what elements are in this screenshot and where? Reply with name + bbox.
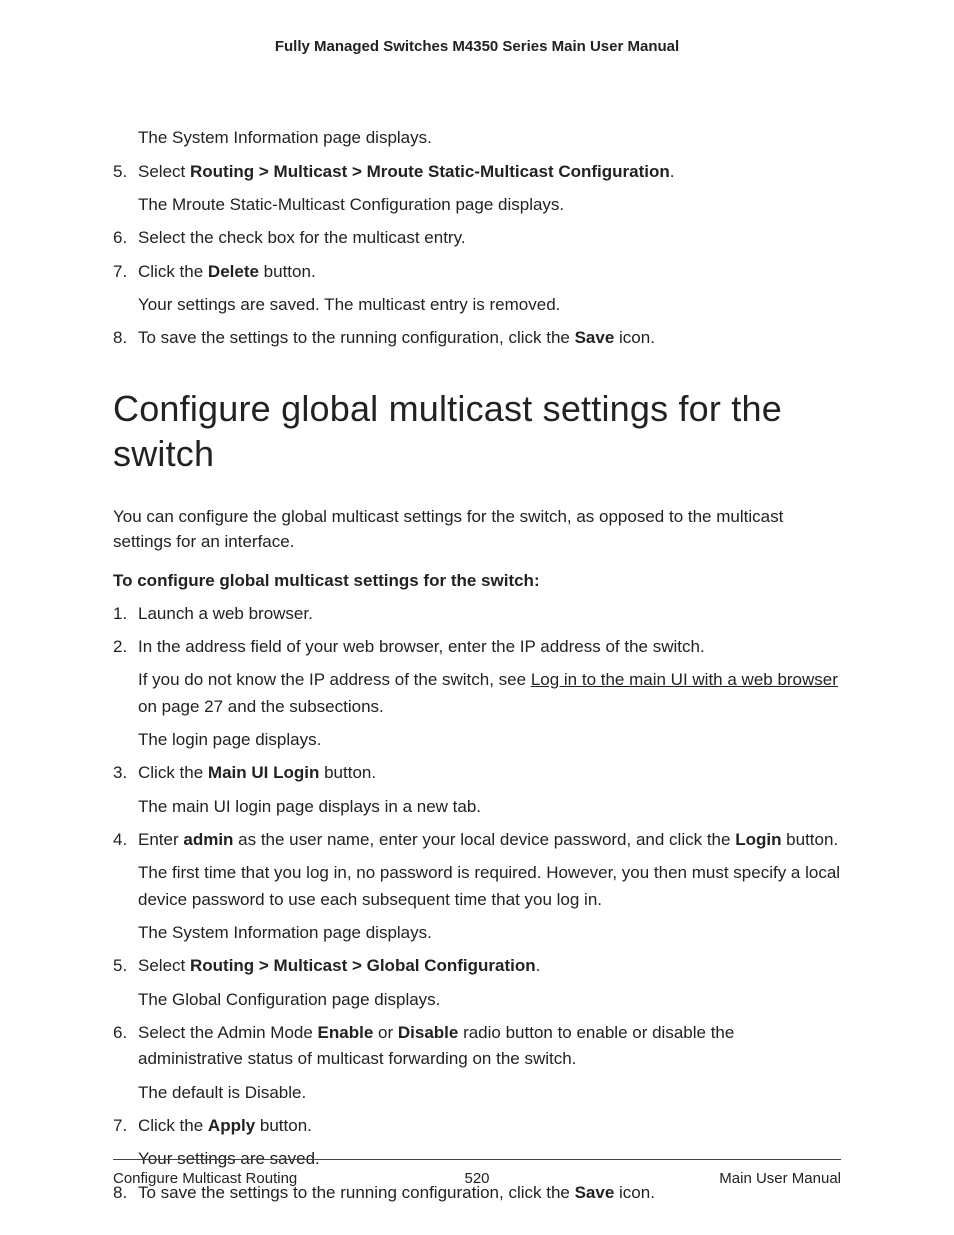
section-heading: Configure global multicast settings for … [113,386,841,476]
document-header: Fully Managed Switches M4350 Series Main… [113,38,841,55]
item-subtext: The login page displays. [138,727,841,753]
procedure-list-1: 5. Select Routing > Multicast > Mroute S… [113,159,841,352]
item-number: 4. [113,827,127,853]
item-subtext: Your settings are saved. The multicast e… [138,292,841,318]
item-number: 5. [113,953,127,979]
item-subtext: The default is Disable. [138,1080,841,1106]
item-number: 3. [113,760,127,786]
footer-right: Main User Manual [719,1170,841,1187]
item-text: To save the settings to the running conf… [138,328,655,347]
item-number: 6. [113,1020,127,1046]
list-item: 1. Launch a web browser. [113,601,841,627]
item-number: 5. [113,159,127,185]
list-item: 5. Select Routing > Multicast > Mroute S… [113,159,841,219]
item-text: Select the check box for the multicast e… [138,228,466,247]
procedure-title: To configure global multicast settings f… [113,571,841,591]
procedure-list-2: 1. Launch a web browser. 2. In the addre… [113,601,841,1207]
item-text: Launch a web browser. [138,604,313,623]
item-text: Select Routing > Multicast > Global Conf… [138,956,540,975]
cross-reference-link[interactable]: Log in to the main UI with a web browser [531,670,838,689]
list-item: 8. To save the settings to the running c… [113,325,841,351]
continuation-text: The System Information page displays. [138,125,841,151]
item-number: 6. [113,225,127,251]
item-number: 7. [113,259,127,285]
item-subtext: The Global Configuration page displays. [138,987,841,1013]
item-number: 2. [113,634,127,660]
item-number: 7. [113,1113,127,1139]
list-item: 6. Select the check box for the multicas… [113,225,841,251]
item-text: Enter admin as the user name, enter your… [138,830,838,849]
item-number: 1. [113,601,127,627]
item-subtext: The System Information page displays. [138,920,841,946]
list-item: 6. Select the Admin Mode Enable or Disab… [113,1020,841,1106]
document-page: Fully Managed Switches M4350 Series Main… [0,0,954,1206]
item-text: In the address field of your web browser… [138,637,705,656]
list-item: 4. Enter admin as the user name, enter y… [113,827,841,946]
item-text: Select Routing > Multicast > Mroute Stat… [138,162,675,181]
intro-paragraph: You can configure the global multicast s… [113,504,841,555]
list-item: 2. In the address field of your web brow… [113,634,841,753]
item-subtext: The main UI login page displays in a new… [138,794,841,820]
list-item: 7. Click the Delete button. Your setting… [113,259,841,319]
item-text: Click the Apply button. [138,1116,312,1135]
list-item: 5. Select Routing > Multicast > Global C… [113,953,841,1013]
page-footer: Configure Multicast Routing 520 Main Use… [113,1159,841,1187]
item-text: Click the Main UI Login button. [138,763,376,782]
footer-left: Configure Multicast Routing [113,1170,297,1187]
item-subtext: The first time that you log in, no passw… [138,860,841,913]
list-item: 3. Click the Main UI Login button. The m… [113,760,841,820]
item-number: 8. [113,325,127,351]
item-text: Select the Admin Mode Enable or Disable … [138,1023,734,1068]
item-subtext: If you do not know the IP address of the… [138,667,841,720]
item-subtext: The Mroute Static-Multicast Configuratio… [138,192,841,218]
item-text: Click the Delete button. [138,262,316,281]
